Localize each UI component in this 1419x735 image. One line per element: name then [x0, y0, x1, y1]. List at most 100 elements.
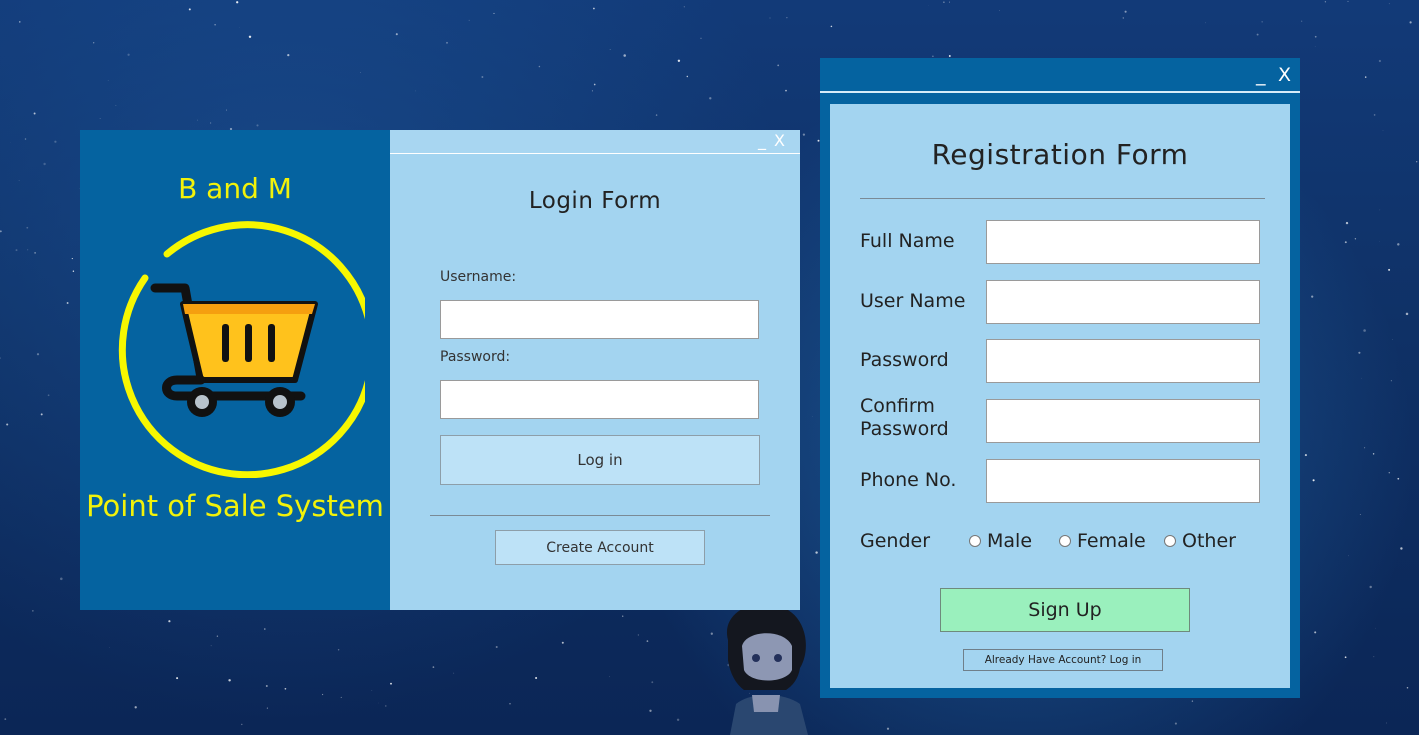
star: [266, 707, 268, 709]
star: [495, 645, 498, 649]
star: [127, 53, 130, 56]
star: [19, 21, 21, 23]
star: [1364, 76, 1367, 78]
login-button[interactable]: Log in: [440, 435, 760, 485]
radio-label: Male: [987, 530, 1033, 552]
star: [216, 635, 219, 637]
star: [256, 124, 259, 127]
username-input[interactable]: [440, 300, 759, 339]
gender-radio-male[interactable]: Male: [969, 530, 1032, 552]
star: [71, 258, 73, 260]
star: [1416, 161, 1418, 163]
star: [535, 676, 538, 680]
radio-button[interactable]: [1164, 535, 1176, 547]
star: [395, 33, 398, 36]
star: [1388, 268, 1391, 271]
star: [24, 138, 27, 140]
star: [27, 249, 29, 251]
star: [1372, 453, 1375, 455]
phone-input[interactable]: [986, 459, 1260, 503]
star: [623, 54, 626, 57]
star: [655, 114, 658, 116]
login-form-title: Login Form: [528, 188, 662, 214]
star: [214, 24, 216, 26]
star: [66, 302, 69, 304]
close-button[interactable]: X: [774, 131, 785, 150]
star: [1373, 656, 1375, 658]
sign-up-button[interactable]: Sign Up: [940, 588, 1190, 632]
radio-button[interactable]: [1059, 535, 1071, 547]
brand-title: B and M: [178, 172, 292, 205]
star: [1406, 687, 1409, 689]
star: [197, 119, 199, 121]
star: [0, 357, 1, 359]
star: [385, 705, 387, 707]
star: [1400, 547, 1403, 550]
radio-label: Female: [1077, 530, 1146, 552]
star: [999, 10, 1001, 12]
full-name-input[interactable]: [986, 220, 1260, 264]
radio-button[interactable]: [969, 535, 981, 547]
password-label: Password:: [440, 349, 511, 365]
star: [932, 55, 934, 58]
star: [340, 696, 342, 698]
star: [1347, 0, 1349, 2]
star: [32, 610, 34, 612]
star: [236, 1, 239, 4]
star: [34, 252, 36, 254]
star: [948, 55, 951, 57]
star: [284, 687, 287, 690]
star: [1388, 3, 1390, 5]
wallpaper-figure: [726, 603, 808, 735]
star: [802, 133, 806, 136]
star: [168, 620, 171, 623]
star: [651, 681, 654, 684]
password-input[interactable]: [440, 380, 759, 419]
star: [228, 679, 231, 682]
login-titlebar: _ X: [390, 130, 800, 154]
star: [1347, 555, 1349, 557]
star: [1382, 130, 1384, 131]
minimize-button[interactable]: _: [1256, 64, 1266, 86]
minimize-button[interactable]: _: [758, 131, 766, 150]
star: [593, 83, 596, 86]
star: [176, 677, 179, 680]
confirm-password-input[interactable]: [986, 399, 1260, 443]
star: [1388, 471, 1391, 474]
star: [287, 53, 290, 57]
star: [1191, 700, 1194, 702]
star: [390, 682, 392, 685]
star: [609, 49, 611, 50]
star: [1390, 380, 1392, 382]
star: [683, 6, 685, 8]
star: [777, 64, 780, 67]
password-input[interactable]: [986, 339, 1260, 383]
star: [4, 718, 7, 720]
star: [0, 230, 2, 233]
star: [1174, 722, 1177, 725]
gender-radio-female[interactable]: Female: [1059, 530, 1146, 552]
star: [1304, 454, 1307, 457]
username-label: Username:: [440, 269, 517, 285]
gender-radio-other[interactable]: Other: [1164, 530, 1236, 552]
star: [43, 162, 46, 166]
close-button[interactable]: X: [1278, 64, 1291, 86]
star: [1379, 209, 1381, 211]
star: [371, 690, 373, 691]
star: [36, 353, 40, 356]
user-name-input[interactable]: [986, 280, 1260, 324]
star: [54, 140, 57, 143]
create-account-button[interactable]: Create Account: [495, 530, 705, 565]
star: [40, 413, 43, 416]
star: [1344, 241, 1347, 244]
star: [1358, 351, 1361, 354]
star: [337, 649, 340, 651]
star: [446, 41, 448, 44]
registration-divider: [860, 198, 1265, 199]
star: [1364, 447, 1366, 449]
star: [33, 112, 36, 115]
star: [1363, 329, 1366, 332]
star: [225, 109, 228, 111]
have-account-login-button[interactable]: Already Have Account? Log in: [963, 649, 1163, 671]
star: [1314, 631, 1317, 634]
